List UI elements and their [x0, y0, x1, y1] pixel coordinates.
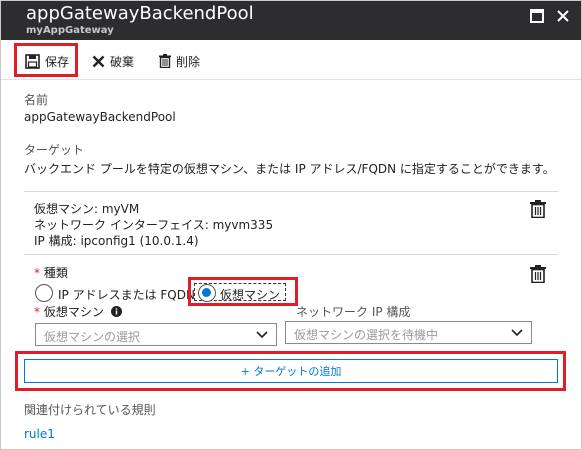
type-label-text: 種類: [43, 266, 68, 280]
close-icon[interactable]: [555, 8, 571, 24]
x-icon: [92, 55, 105, 67]
delete-button[interactable]: 削除: [159, 48, 200, 74]
target-description: バックエンド プールを特定の仮想マシン、または IP アドレス/FQDN に指定…: [24, 162, 555, 176]
radio-vm-label: 仮想マシン: [220, 288, 281, 302]
radio-ip-fqdn[interactable]: [35, 284, 53, 302]
delete-new-target-icon[interactable]: [530, 265, 546, 284]
vm-select-placeholder: 仮想マシンの選択: [44, 330, 141, 344]
name-value: appGatewayBackendPool: [24, 110, 176, 124]
vm-field-label-text: 仮想マシン: [43, 305, 104, 319]
info-icon[interactable]: [110, 306, 122, 317]
existing-target-nic: ネットワーク インターフェイス: myvm335: [34, 218, 274, 232]
blade-title: appGatewayBackendPool: [26, 3, 254, 24]
toolbar: 保存 破棄 削除: [0, 40, 582, 80]
target-label: ターゲット: [24, 143, 85, 157]
blade-header: appGatewayBackendPool myAppGateway: [0, 0, 582, 40]
name-label: 名前: [24, 93, 49, 107]
discard-button[interactable]: 破棄: [92, 48, 134, 74]
existing-target-ip: IP 構成: ipconfig1 (10.0.1.4): [34, 234, 199, 248]
save-button-highlight: [14, 43, 78, 77]
delete-target-icon[interactable]: [530, 200, 546, 219]
rule-link[interactable]: rule1: [24, 427, 55, 441]
required-mark: *: [34, 266, 40, 280]
existing-target-vm: 仮想マシン: myVM: [34, 202, 140, 216]
delete-label: 削除: [176, 54, 201, 69]
vm-field-label: * 仮想マシン: [34, 303, 122, 320]
nic-ip-select-placeholder: 仮想マシンの選択を待機中: [294, 328, 439, 342]
rules-label: 関連付けられている規則: [24, 403, 156, 417]
nic-ip-label: ネットワーク IP 構成: [296, 305, 411, 319]
type-label: * 種類: [34, 264, 68, 281]
chevron-down-icon: [511, 329, 523, 337]
blade-subtitle: myAppGateway: [26, 25, 114, 36]
trash-icon: [159, 54, 171, 68]
vm-select[interactable]: 仮想マシンの選択: [35, 323, 277, 346]
radio-vm[interactable]: [198, 284, 216, 302]
vm-required-mark: *: [34, 305, 40, 319]
nic-ip-select[interactable]: 仮想マシンの選択を待機中: [285, 321, 532, 344]
maximize-icon[interactable]: [529, 8, 545, 24]
add-target-button[interactable]: + ターゲットの追加: [24, 359, 558, 383]
radio-ip-fqdn-label: IP アドレスまたは FQDN: [58, 288, 195, 302]
chevron-down-icon: [256, 331, 268, 339]
discard-label: 破棄: [110, 54, 135, 69]
